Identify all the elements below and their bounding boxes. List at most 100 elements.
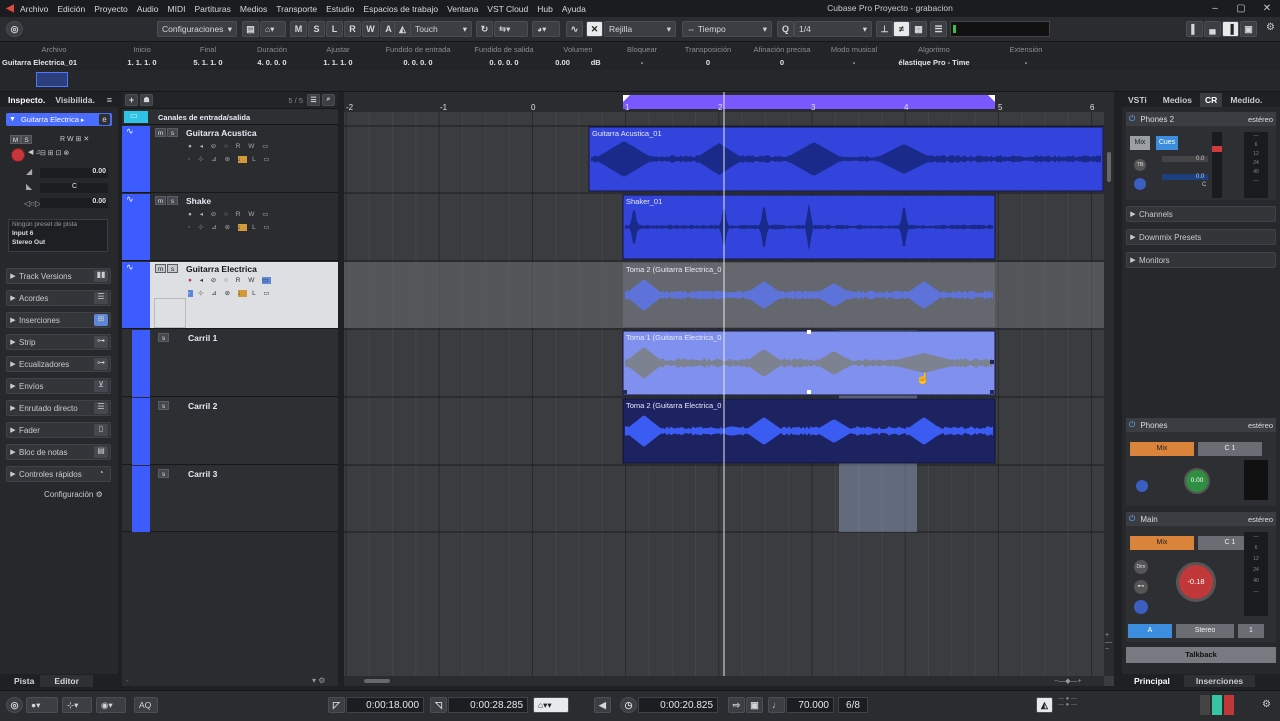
inspector-volume-field[interactable]: 0.00 — [40, 168, 108, 178]
edit-channel-icon[interactable]: e — [99, 114, 110, 125]
iterative-quantize-icon[interactable]: ≠ — [893, 21, 910, 37]
transport-mode-dropdown[interactable]: ◉▾ — [96, 697, 126, 713]
phones-mix-button[interactable]: Mix — [1130, 442, 1194, 456]
menu-ventana[interactable]: Ventana — [447, 4, 478, 14]
inspector-track-header[interactable]: ▼ Guitarra Electrica ▸ e — [6, 113, 112, 126]
phones-channel-button[interactable]: C 1 — [1198, 442, 1262, 456]
menu-archivo[interactable]: Archivo — [20, 4, 48, 14]
monitor-icon[interactable]: ◀ ♫ — [28, 148, 41, 156]
track-controls-row1[interactable]: ● ◂ ⊘ ○ R W ▭ — [188, 142, 271, 150]
grid-type-dropdown[interactable]: ⇔ Tiempo ▾ — [682, 21, 772, 37]
add-folder-icon[interactable]: ☗ — [140, 94, 153, 106]
info-value-extension[interactable]: - — [996, 58, 1056, 67]
lane-row[interactable]: s Carril 1 — [122, 330, 338, 397]
tab-visibility[interactable]: Visibilida. — [55, 95, 95, 105]
tool-dropdown[interactable]: ⇆▾ — [494, 21, 528, 37]
lane-solo-button[interactable]: s — [158, 469, 169, 478]
mute-mode-button[interactable]: M — [290, 21, 307, 37]
solo-button[interactable]: s — [167, 128, 178, 137]
add-track-icon[interactable]: + — [125, 94, 138, 106]
inspector-pan-field[interactable]: C — [40, 183, 108, 193]
menu-vstcloud[interactable]: VST Cloud — [487, 4, 528, 14]
inspector-solo-button[interactable]: S — [21, 135, 32, 144]
event-display[interactable]: -2 -1 0 1 2 3 4 5 6 Guitarra Acustica_01… — [344, 92, 1114, 686]
primary-time-display[interactable]: 0:00:20.825 — [638, 697, 718, 713]
window-layout-icon[interactable]: ▤ — [242, 21, 259, 37]
lane-row[interactable]: s Carril 3 — [122, 466, 338, 532]
media-bay-dropdown[interactable]: ⌂▾ — [260, 21, 286, 37]
snap-type-dropdown[interactable]: Rejilla ▾ — [604, 21, 676, 37]
record-enable-button[interactable] — [11, 148, 25, 162]
section-notepad[interactable]: ▶ Bloc de notas ▤ — [6, 444, 111, 460]
info-value-fadeout[interactable]: 0. 0. 0. 0 — [466, 58, 542, 67]
info-value-start[interactable]: 1. 1. 1. 0 — [112, 58, 172, 67]
tracklist-settings-icon[interactable]: ▾ ⚙ — [312, 676, 325, 685]
track-controls-row1[interactable]: ● ◂ ⊘ ○ R W ▭ — [188, 210, 271, 218]
event-handle[interactable] — [623, 390, 627, 394]
read-mode-button[interactable]: R — [344, 21, 361, 37]
main-dim-button[interactable]: Dim — [1134, 560, 1148, 574]
fold-channels[interactable]: ▶ Channels — [1126, 206, 1276, 222]
horizontal-scrollbar[interactable]: −—◆—+ — [344, 676, 1104, 686]
main-speaker-a-button[interactable]: A — [1128, 624, 1172, 638]
tab-track[interactable]: Pista — [14, 676, 34, 686]
menu-proyecto[interactable]: Proyecto — [94, 4, 128, 14]
tempo-display[interactable]: 70.000 — [786, 697, 834, 713]
snap-curve-icon[interactable]: ∿ — [566, 21, 583, 37]
tab-inspector[interactable]: Inspecto. — [8, 95, 45, 105]
mute-button[interactable]: m — [155, 264, 166, 273]
track-controls-row2[interactable]: ◦ ⊹ ⊿ ⊛ ♩ L ▭ — [188, 289, 273, 297]
autoquantize-button[interactable]: AQ — [134, 697, 158, 713]
event-handle[interactable] — [807, 390, 811, 394]
menu-edicion[interactable]: Edición — [57, 4, 85, 14]
project-overview[interactable] — [0, 70, 1280, 92]
power-icon[interactable]: ⏻ — [1129, 114, 1135, 124]
window-zones-icon[interactable]: ▣ — [1240, 21, 1257, 37]
configurations-dropdown[interactable]: Configuraciones ▾ — [157, 21, 237, 37]
section-equalizers[interactable]: ▶ Ecualizadores ⊶ — [6, 356, 111, 372]
click-icon[interactable]: ⇨ — [728, 697, 745, 713]
mute-button[interactable]: m — [155, 128, 166, 137]
main-level-ref-icon[interactable] — [1134, 600, 1148, 614]
automation-mode-dropdown[interactable]: Touch ▾ — [410, 21, 472, 37]
write-mode-button[interactable]: W — [362, 21, 379, 37]
lane-solo-button[interactable]: s — [158, 401, 169, 410]
tab-main[interactable]: Principal — [1134, 676, 1170, 686]
close-icon[interactable]: ✕ — [1254, 3, 1280, 14]
main-level-knob[interactable]: -0.18 — [1176, 562, 1216, 602]
section-quick-controls[interactable]: ▶ Controles rápidos ◔ — [6, 466, 111, 482]
transport-record-dropdown[interactable]: ●▾ — [26, 697, 58, 713]
info-value-snap[interactable]: 1. 1. 1. 0 — [308, 58, 368, 67]
talkback-button[interactable]: Talkback — [1126, 647, 1276, 663]
lower-zone-toggle-icon[interactable]: ▄ — [1204, 21, 1221, 37]
time-format-icon[interactable]: ◷ — [620, 697, 637, 713]
quantize-dropdown[interactable]: 1/4 ▾ — [794, 21, 872, 37]
lane-solo-button[interactable]: s — [158, 333, 169, 342]
menu-estudio[interactable]: Estudio — [326, 4, 354, 14]
info-value-finetune[interactable]: 0 — [748, 58, 816, 67]
section-strip[interactable]: ▶ Strip ⊶ — [6, 334, 111, 350]
main-mix-button[interactable]: Mix — [1130, 536, 1194, 550]
phones-ref-icon[interactable] — [1136, 480, 1148, 492]
track-name[interactable]: Shake — [186, 196, 211, 206]
phones2-ref-icon[interactable] — [1134, 178, 1146, 190]
loop-icon[interactable]: ↻ — [476, 21, 493, 37]
solo-mode-button[interactable]: S — [308, 21, 325, 37]
fold-monitors[interactable]: ▶ Monitors — [1126, 252, 1276, 268]
vertical-scroll-thumb[interactable] — [1107, 152, 1111, 182]
menu-espacios[interactable]: Espacios de trabajo — [363, 4, 438, 14]
track-visibility-icon[interactable]: ☰ — [307, 94, 320, 106]
inspector-edit-icons[interactable]: ⊟ ⊞ ⊡ ⊗ — [40, 149, 69, 157]
fold-downmix-presets[interactable]: ▶ Downmix Presets — [1126, 229, 1276, 245]
main-ref-icon[interactable]: ⊷ — [1134, 580, 1148, 594]
find-track-icon[interactable]: ⌕ — [322, 94, 335, 106]
right-zone-toggle-icon[interactable]: ▐ — [1222, 21, 1239, 37]
tab-vsti[interactable]: VSTi — [1128, 95, 1147, 105]
track-name[interactable]: Guitarra Acustica — [186, 128, 257, 138]
track-preset-field[interactable]: Ningún preset de pista — [9, 220, 107, 229]
menu-transporte[interactable]: Transporte — [276, 4, 317, 14]
quantize-apply-icon[interactable]: ⊥ — [876, 21, 893, 37]
solo-button[interactable]: s — [167, 264, 178, 273]
menu-medios[interactable]: Medios — [240, 4, 267, 14]
minimize-icon[interactable]: – — [1202, 3, 1228, 14]
